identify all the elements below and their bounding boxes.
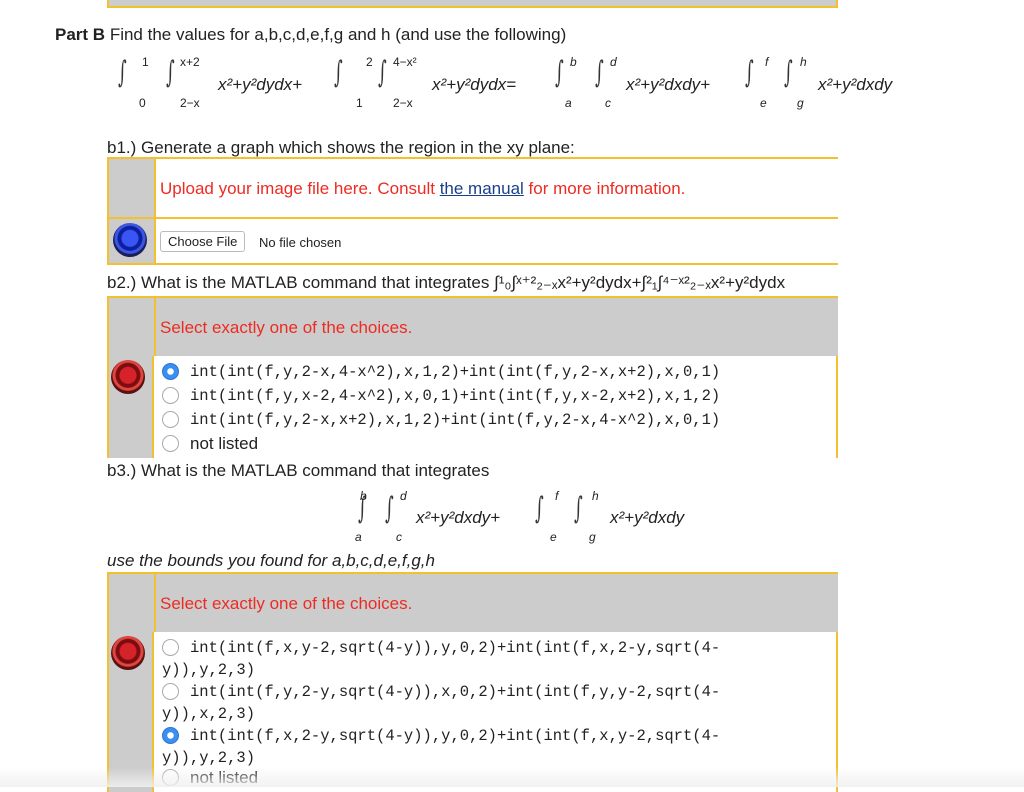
integral-sign: ∫ [574,491,583,526]
b1-question: b1.) Generate a graph which shows the re… [107,138,575,157]
integral-sign: ∫ [166,55,175,90]
bound-upper: b [360,489,367,503]
bound-lower: c [605,96,611,110]
b3-instruction: Select exactly one of the choices. [160,594,413,613]
b2-instruction-panel: Select exactly one of the choices. [107,296,838,358]
b2-choice-2-radio[interactable] [162,387,179,404]
previous-answer-panel [107,0,838,8]
bound-upper: f [765,55,769,69]
integral-sign: ∫ [118,55,127,90]
bound-lower: 2−x [393,96,413,110]
page-bottom-fade [0,767,1024,787]
bound-upper: d [610,55,617,69]
status-indicator-red-icon [111,636,145,670]
b3-choice-1-label-line2[interactable]: y)),y,2,3) [162,661,255,679]
integrand: x²+y²dxdy+ [416,508,501,527]
upload-message-suffix: for more information. [523,179,686,198]
integral-sign: ∫ [535,491,544,526]
bound-upper: x+2 [180,55,200,69]
bound-upper: f [555,489,559,503]
integral-sign: ∫ [595,55,604,90]
bound-lower: g [589,530,596,544]
b2-choices-area: int(int(f,y,2-x,4-x^2),x,1,2)+int(int(f,… [152,356,836,458]
file-status: No file chosen [259,235,342,250]
b3-choice-1-label-line1[interactable]: int(int(f,x,y-2,sqrt(4-y)),y,0,2)+int(in… [190,639,720,657]
status-indicator-blue-icon [113,223,147,257]
bound-lower: 0 [139,96,146,110]
b3-instruction-panel: Select exactly one of the choices. [107,572,838,634]
b2-choice-3-radio[interactable] [162,411,179,428]
bound-lower: g [797,96,804,110]
b2-choice-3-label[interactable]: int(int(f,y,2-x,x+2),x,1,2)+int(int(f,y,… [190,411,720,429]
b2-choice-1-radio[interactable] [162,363,179,380]
integrand: x²+y²dydx+ [218,75,303,94]
bound-lower: e [760,96,767,110]
bound-lower: e [550,530,557,544]
bound-lower: a [565,96,572,110]
part-b-heading: Part B Find the values for a,b,c,d,e,f,g… [55,25,566,45]
choose-file-button[interactable]: Choose File [160,231,246,252]
b3-choice-2-label-line1[interactable]: int(int(f,y,2-y,sqrt(4-y)),x,0,2)+int(in… [190,683,720,701]
b1-file-panel: Choose File No file chosen [107,217,838,265]
bound-lower: 2−x [180,96,200,110]
integral-sign: ∫ [334,55,343,90]
b1-file-area: Choose File No file chosen [154,219,838,263]
bound-upper: h [592,489,599,503]
part-b-label: Part B [55,25,106,44]
b1-upload-message-area: Upload your image file here. Consult the… [154,159,838,217]
b3-instruction-area: Select exactly one of the choices. [154,574,838,632]
integrand: x²+y²dxdy [818,75,893,94]
integral-sign: ∫ [378,55,387,90]
bound-upper: 1 [142,55,149,69]
b2-question: b2.) What is the MATLAB command that int… [107,273,786,292]
integrand: x²+y²dxdy+ [626,75,711,94]
b3-choice-2-label-line2[interactable]: y)),x,2,3) [162,705,255,723]
bound-upper: h [800,55,807,69]
bound-upper: b [570,55,577,69]
b2-choice-1-label[interactable]: int(int(f,y,2-x,4-x^2),x,1,2)+int(int(f,… [190,363,720,381]
b3-question: b3.) What is the MATLAB command that int… [107,461,490,480]
upload-message-prefix: Upload your image file here. Consult [160,179,440,198]
bound-upper: 2 [366,55,373,69]
b3-choice-3-label-line2[interactable]: y)),y,2,3) [162,749,255,767]
part-b-prompt: Find the values for a,b,c,d,e,f,g and h … [109,25,567,44]
b2-instruction: Select exactly one of the choices. [160,318,413,337]
b2-choice-2-label[interactable]: int(int(f,y,x-2,4-x^2),x,0,1)+int(int(f,… [190,387,720,405]
bound-lower: c [396,530,402,544]
b2-choice-4-label[interactable]: not listed [190,435,258,453]
b1-upload-panel: Upload your image file here. Consult the… [107,157,838,219]
integral-sign: ∫ [784,55,793,90]
b3-choice-3-radio[interactable] [162,727,179,744]
upload-message: Upload your image file here. Consult the… [160,179,685,199]
integral-sign: ∫ [555,55,564,90]
integrand: x²+y²dydx= [432,75,517,94]
bound-upper: d [400,489,407,503]
bound-upper: 4−x² [393,55,417,69]
manual-link[interactable]: the manual [440,179,524,198]
b2-choice-4-radio[interactable] [162,435,179,452]
status-indicator-red-icon [111,360,145,394]
integral-sign: ∫ [385,491,394,526]
bound-lower: 1 [356,96,363,110]
b3-choice-1-radio[interactable] [162,639,179,656]
b3-choice-3-label-line1[interactable]: int(int(f,x,2-y,sqrt(4-y)),y,0,2)+int(in… [190,727,720,745]
integral-sign: ∫ [745,55,754,90]
b2-choices-panel: int(int(f,y,2-x,4-x^2),x,1,2)+int(int(f,… [107,356,838,458]
b3-choice-2-radio[interactable] [162,683,179,700]
integrand: x²+y²dxdy [610,508,685,527]
b3-note: use the bounds you found for a,b,c,d,e,f… [107,551,435,570]
b2-instruction-area: Select exactly one of the choices. [154,298,838,356]
bound-lower: a [355,530,362,544]
